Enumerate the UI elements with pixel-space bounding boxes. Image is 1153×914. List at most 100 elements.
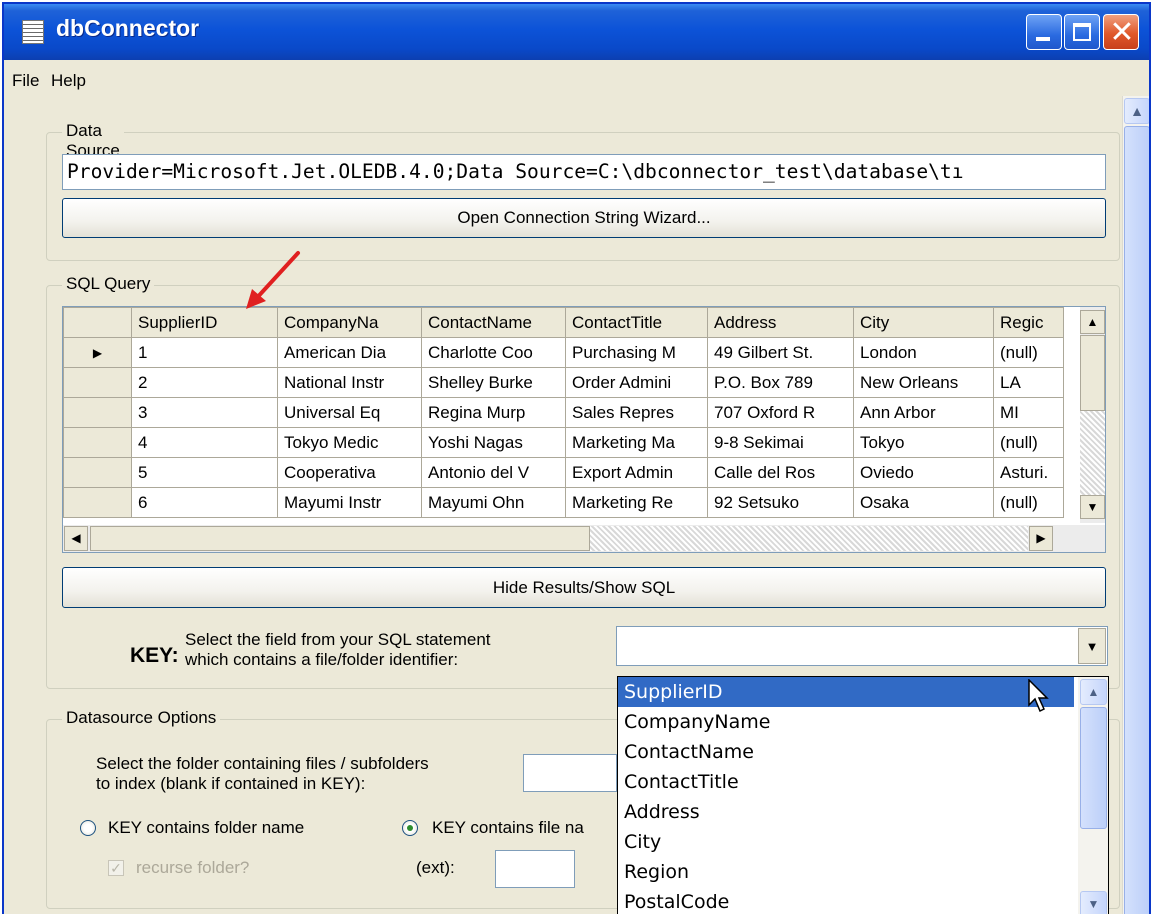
table-cell[interactable]: Tokyo xyxy=(853,427,994,458)
table-cell[interactable]: 9-8 Sekimai xyxy=(707,427,854,458)
table-cell[interactable]: 707 Oxford R xyxy=(707,397,854,428)
table-cell[interactable]: Marketing Ma xyxy=(565,427,708,458)
ext-input[interactable] xyxy=(495,850,575,888)
column-header[interactable]: ContactName xyxy=(421,307,566,338)
table-cell[interactable]: Asturi. xyxy=(993,457,1064,488)
table-cell[interactable]: 49 Gilbert St. xyxy=(707,337,854,368)
table-cell[interactable]: Sales Repres xyxy=(565,397,708,428)
grid-scroll-right-icon[interactable]: ▶ xyxy=(1029,526,1053,551)
table-cell[interactable]: National Instr xyxy=(277,367,422,398)
table-cell[interactable]: 92 Setsuko xyxy=(707,487,854,518)
table-cell[interactable]: MI xyxy=(993,397,1064,428)
menu-file[interactable]: File xyxy=(12,71,39,91)
table-cell[interactable]: Cooperativa xyxy=(277,457,422,488)
folder-input[interactable] xyxy=(523,754,617,792)
grid-corner[interactable] xyxy=(63,307,132,338)
table-cell[interactable]: 6 xyxy=(131,487,278,518)
table-cell[interactable]: Mayumi Ohn xyxy=(421,487,566,518)
table-cell[interactable]: Purchasing M xyxy=(565,337,708,368)
table-row[interactable]: 4 Tokyo Medic Yoshi Nagas Marketing Ma 9-8 S… xyxy=(63,427,1064,458)
grid-vscroll-thumb[interactable] xyxy=(1080,335,1105,411)
grid-horizontal-scrollbar[interactable]: ◀ ▶ xyxy=(63,525,1105,552)
table-cell[interactable]: 3 xyxy=(131,397,278,428)
chevron-down-icon[interactable]: ▼ xyxy=(1078,628,1106,664)
minimize-button[interactable] xyxy=(1026,14,1062,50)
table-row[interactable]: 2 National Instr Shelley Burke Order Admini… xyxy=(63,367,1064,398)
table-cell[interactable]: Calle del Ros xyxy=(707,457,854,488)
dropdown-option[interactable]: PostalCode xyxy=(618,887,1074,914)
table-cell[interactable]: 1 xyxy=(131,337,278,368)
grid-scroll-down-icon[interactable]: ▼ xyxy=(1080,495,1105,519)
dropdown-option[interactable]: ContactName xyxy=(618,737,1074,767)
dropdown-option[interactable]: City xyxy=(618,827,1074,857)
grid-scroll-left-icon[interactable]: ◀ xyxy=(64,526,88,551)
connection-wizard-button[interactable]: Open Connection String Wizard... xyxy=(62,198,1106,238)
grid-scroll-up-icon[interactable]: ▲ xyxy=(1080,310,1105,334)
table-cell[interactable]: Regina Murp xyxy=(421,397,566,428)
table-row[interactable]: 6 Mayumi Instr Mayumi Ohn Marketing Re 92 Se… xyxy=(63,487,1064,518)
table-cell[interactable]: Osaka xyxy=(853,487,994,518)
close-button[interactable]: ✕ xyxy=(1103,14,1139,50)
dropdown-option[interactable]: ContactTitle xyxy=(618,767,1074,797)
table-cell[interactable]: Charlotte Coo xyxy=(421,337,566,368)
table-cell[interactable]: (null) xyxy=(993,337,1064,368)
table-cell[interactable]: 2 xyxy=(131,367,278,398)
dropdown-scroll-thumb[interactable] xyxy=(1080,707,1107,829)
table-cell[interactable]: London xyxy=(853,337,994,368)
row-header[interactable]: ▶ xyxy=(63,337,132,368)
dropdown-scroll-up-icon[interactable]: ▲ xyxy=(1080,679,1107,705)
title-bar[interactable]: dbConnector ✕ xyxy=(4,4,1149,60)
table-cell[interactable]: LA xyxy=(993,367,1064,398)
radio-file-name[interactable] xyxy=(402,820,418,836)
table-cell[interactable]: Universal Eq xyxy=(277,397,422,428)
scrollbar-thumb[interactable] xyxy=(1124,126,1149,914)
connection-string-input[interactable]: Provider=Microsoft.Jet.OLEDB.4.0;Data So… xyxy=(62,154,1106,190)
dropdown-option[interactable]: CompanyName xyxy=(618,707,1074,737)
table-cell[interactable]: Tokyo Medic xyxy=(277,427,422,458)
column-header[interactable]: Regic xyxy=(993,307,1064,338)
table-cell[interactable]: Order Admini xyxy=(565,367,708,398)
table-cell[interactable]: Ann Arbor xyxy=(853,397,994,428)
maximize-button[interactable] xyxy=(1064,14,1100,50)
table-cell[interactable]: Shelley Burke xyxy=(421,367,566,398)
dropdown-option[interactable]: Region xyxy=(618,857,1074,887)
table-row[interactable]: ▶ 1 American Dia Charlotte Coo Purchasing M4… xyxy=(63,337,1064,368)
recurse-checkbox[interactable]: ✓ xyxy=(108,860,124,876)
table-row[interactable]: 5 Cooperativa Antonio del V Export Admin Cal… xyxy=(63,457,1064,488)
table-cell[interactable]: 5 xyxy=(131,457,278,488)
table-cell[interactable]: Antonio del V xyxy=(421,457,566,488)
column-header[interactable]: Address xyxy=(707,307,854,338)
menu-help[interactable]: Help xyxy=(51,71,86,91)
radio-folder-name[interactable] xyxy=(80,820,96,836)
dropdown-option[interactable]: Address xyxy=(618,797,1074,827)
dropdown-scrollbar[interactable]: ▲ ▼ xyxy=(1078,677,1108,914)
row-header[interactable] xyxy=(63,457,132,488)
table-cell[interactable]: American Dia xyxy=(277,337,422,368)
row-header[interactable] xyxy=(63,487,132,518)
results-grid[interactable]: SupplierID CompanyNa ContactName Contact… xyxy=(62,306,1106,553)
scroll-up-icon[interactable]: ▲ xyxy=(1124,98,1149,124)
table-cell[interactable]: P.O. Box 789 xyxy=(707,367,854,398)
column-header[interactable]: City xyxy=(853,307,994,338)
table-cell[interactable]: Yoshi Nagas xyxy=(421,427,566,458)
grid-vscroll-track[interactable] xyxy=(1080,411,1105,495)
table-cell[interactable]: New Orleans xyxy=(853,367,994,398)
row-header[interactable] xyxy=(63,367,132,398)
table-row[interactable]: 3 Universal Eq Regina Murp Sales Repres 707 … xyxy=(63,397,1064,428)
table-cell[interactable]: Export Admin xyxy=(565,457,708,488)
row-header[interactable] xyxy=(63,427,132,458)
grid-hscroll-thumb[interactable] xyxy=(90,526,590,551)
window-scrollbar[interactable]: ▲ xyxy=(1122,96,1149,914)
table-cell[interactable]: Mayumi Instr xyxy=(277,487,422,518)
table-cell[interactable]: (null) xyxy=(993,487,1064,518)
row-header[interactable] xyxy=(63,397,132,428)
column-header[interactable]: ContactTitle xyxy=(565,307,708,338)
table-cell[interactable]: Oviedo xyxy=(853,457,994,488)
grid-hscroll-track[interactable] xyxy=(590,526,1028,551)
table-cell[interactable]: (null) xyxy=(993,427,1064,458)
table-cell[interactable]: Marketing Re xyxy=(565,487,708,518)
grid-vertical-scrollbar[interactable]: ▲ ▼ xyxy=(1080,307,1105,523)
dropdown-option[interactable]: SupplierID xyxy=(618,677,1074,707)
key-field-select[interactable]: ▼ xyxy=(616,626,1108,666)
hide-results-button[interactable]: Hide Results/Show SQL xyxy=(62,567,1106,608)
